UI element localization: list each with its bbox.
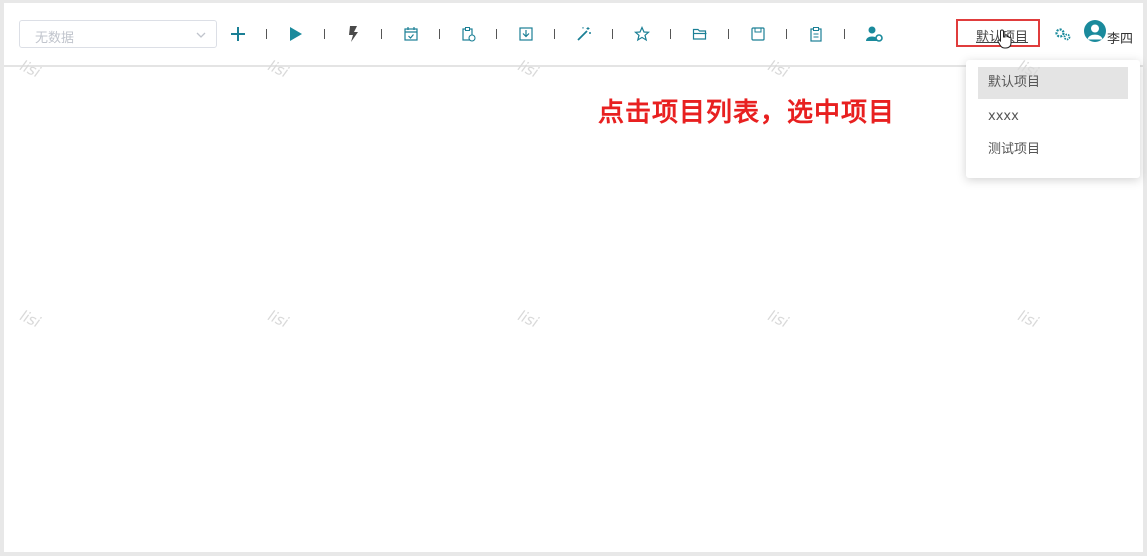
save-icon[interactable] [748, 24, 768, 44]
project-select[interactable]: 无数据 [19, 20, 217, 48]
toolbar-separator [266, 29, 267, 39]
toolbar-separator [554, 29, 555, 39]
download-box-icon[interactable] [516, 24, 536, 44]
clipboard-export-icon[interactable] [458, 24, 478, 44]
add-icon[interactable] [228, 24, 248, 44]
select-placeholder: 无数据 [35, 31, 75, 46]
play-icon[interactable] [286, 24, 306, 44]
hand-cursor-icon [997, 29, 1012, 49]
gears-icon[interactable] [1054, 27, 1072, 41]
toolbar-separator [324, 29, 325, 39]
toolbar-separator [612, 29, 613, 39]
star-icon[interactable] [632, 24, 652, 44]
folder-open-icon[interactable] [690, 24, 710, 44]
toolbar-separator [670, 29, 671, 39]
bolt-icon[interactable] [343, 24, 363, 44]
toolbar-separator [439, 29, 440, 39]
user-icon [1087, 24, 1103, 40]
toolbar-separator [728, 29, 729, 39]
toolbar-separator [381, 29, 382, 39]
user-settings-icon[interactable] [864, 24, 884, 44]
chevron-down-icon [196, 32, 206, 38]
dropdown-item-default-project[interactable]: 默认项目 [978, 67, 1128, 99]
toolbar-separator [496, 29, 497, 39]
toolbar-separator [786, 29, 787, 39]
dropdown-item-xxxx[interactable]: xxxx [978, 101, 1128, 133]
toolbar-separator [844, 29, 845, 39]
project-dropdown-menu: 默认项目 xxxx 测试项目 [966, 60, 1140, 178]
toolbar: 无数据 李四 [4, 3, 1143, 67]
avatar[interactable] [1084, 20, 1106, 42]
tutorial-annotation: 点击项目列表，选中项目 [598, 98, 896, 128]
user-name[interactable]: 李四 [1107, 28, 1133, 47]
dropdown-item-test-project[interactable]: 测试项目 [978, 134, 1128, 166]
magic-wand-icon[interactable] [574, 24, 594, 44]
calendar-check-icon[interactable] [401, 24, 421, 44]
clipboard-icon[interactable] [806, 24, 826, 44]
